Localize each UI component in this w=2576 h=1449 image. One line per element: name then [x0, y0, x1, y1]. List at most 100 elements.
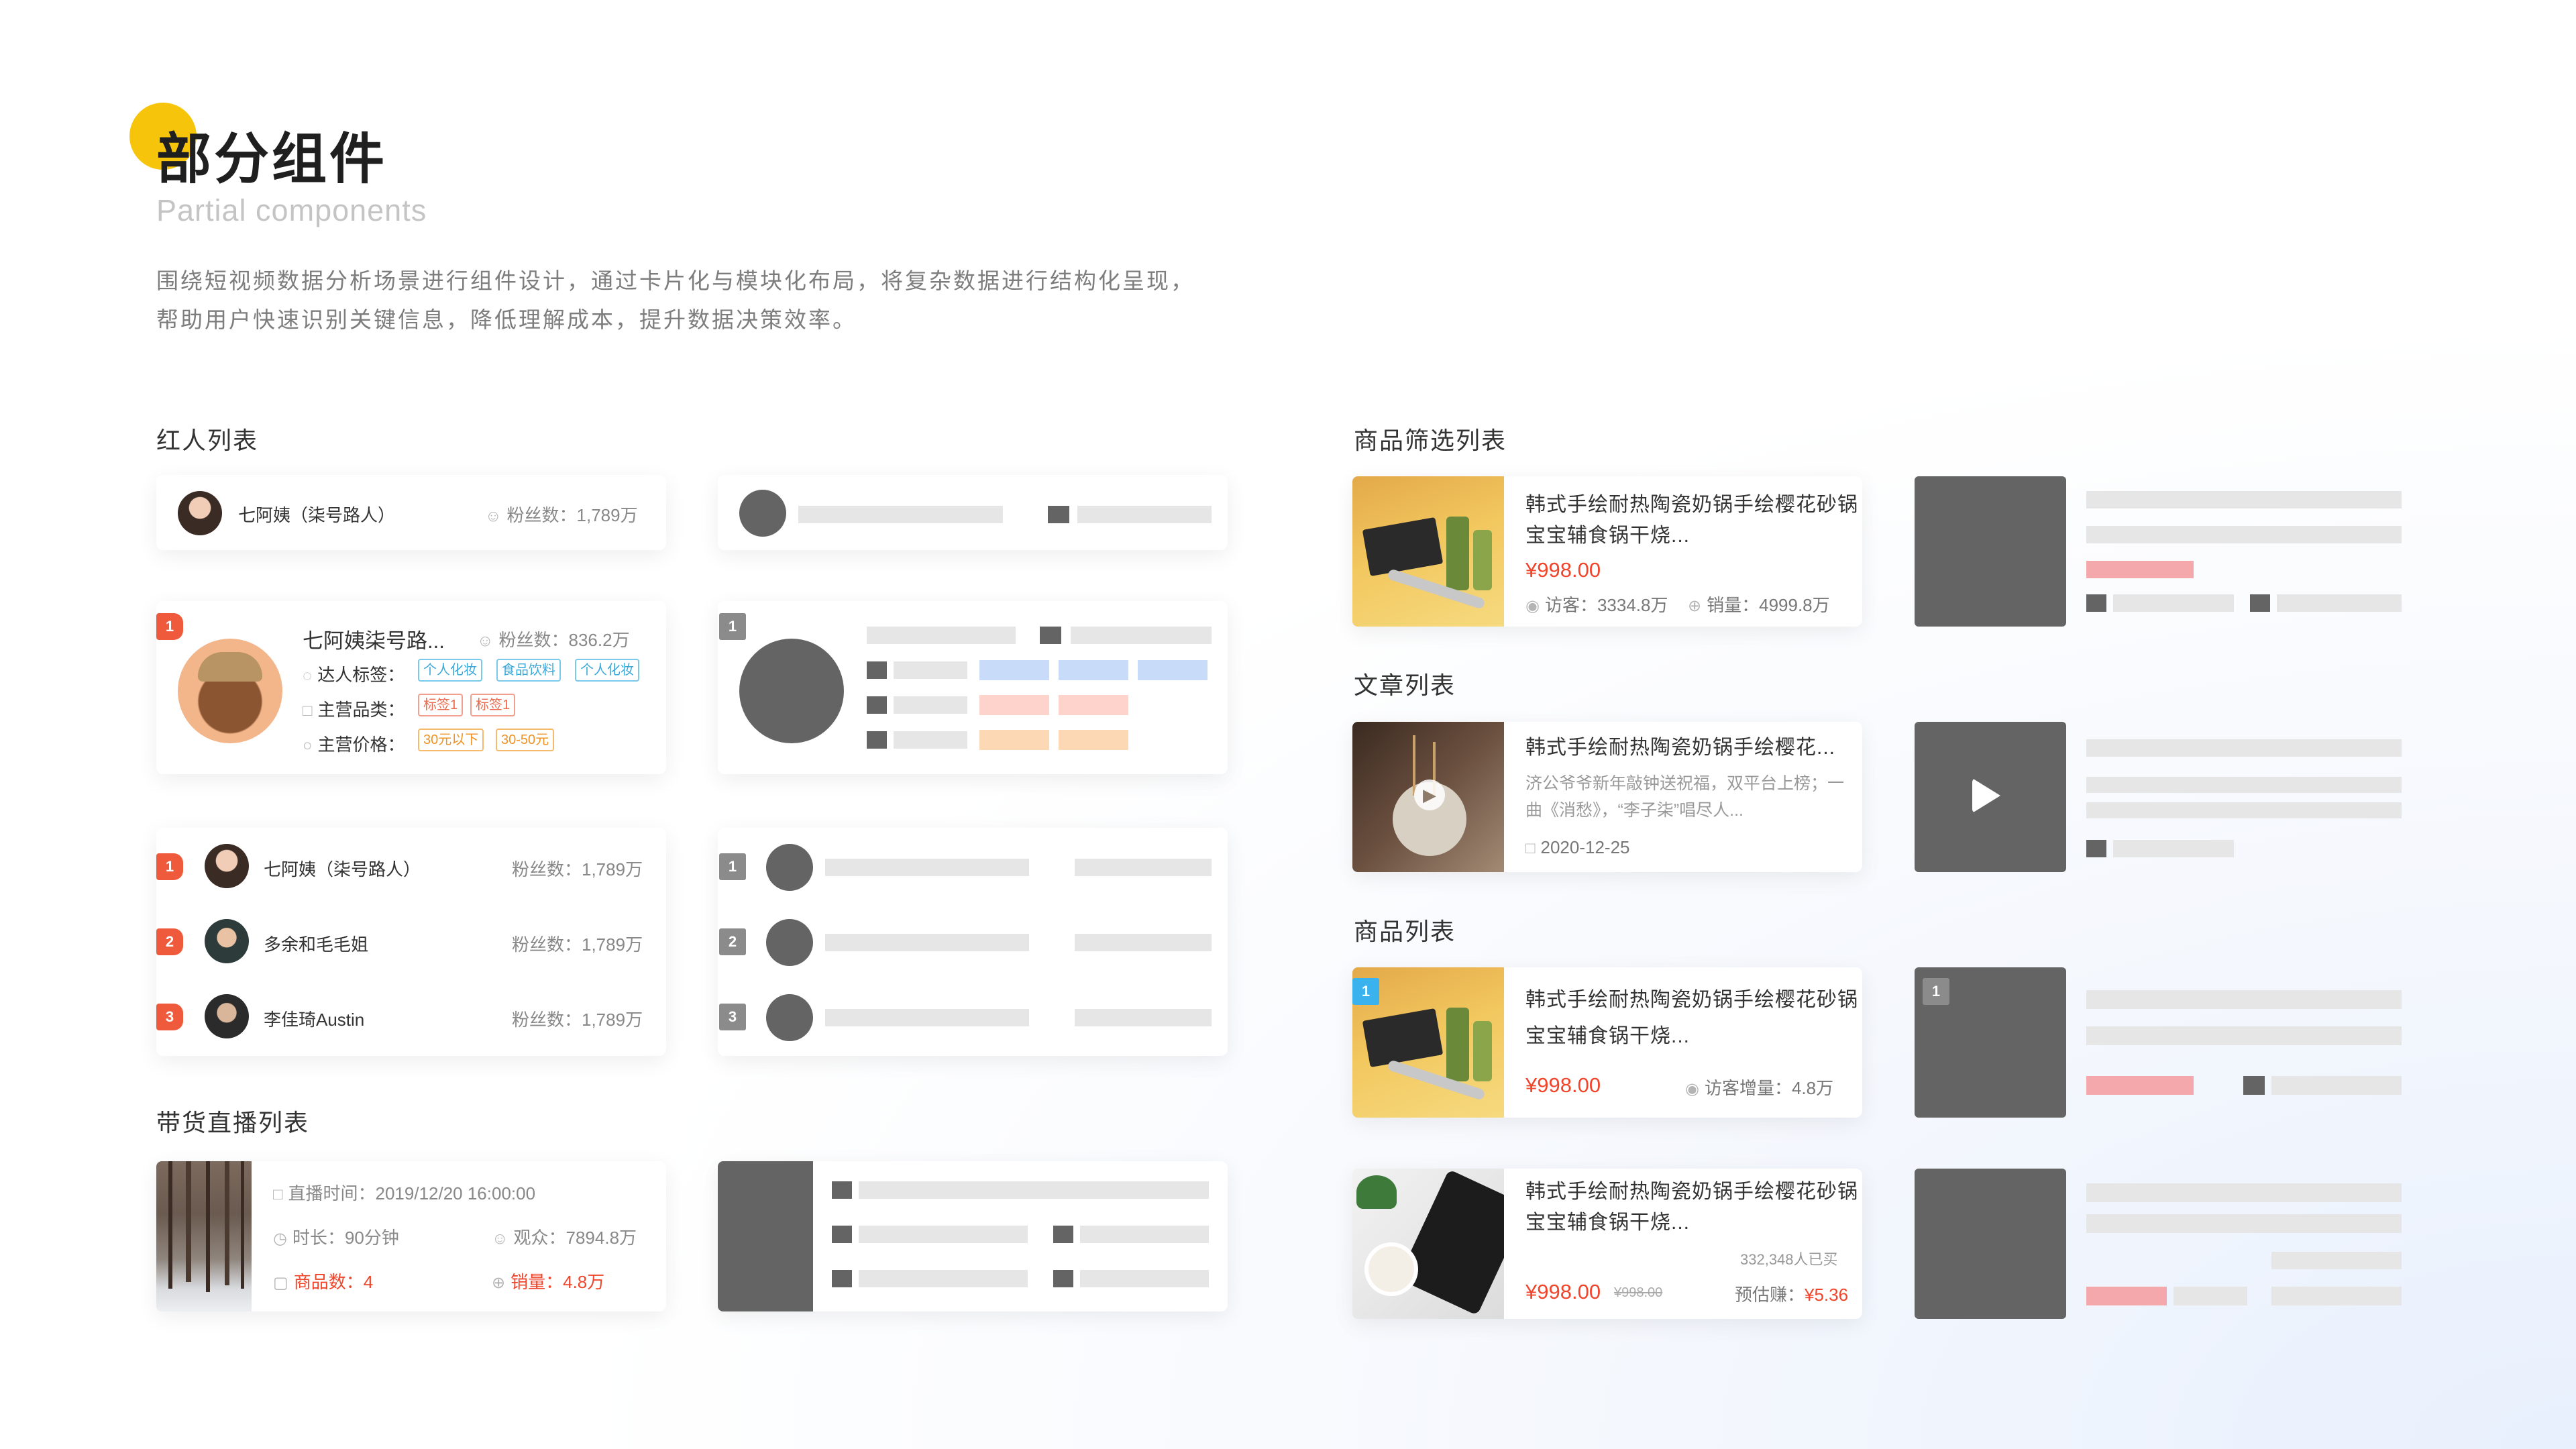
- rank-badge: 1: [156, 853, 183, 880]
- influencer-name: 七阿姨（柒号路人）: [264, 859, 421, 879]
- skeleton-thumbnail: [718, 1161, 813, 1311]
- skeleton-icon: [832, 1226, 852, 1243]
- skeleton-line: [2086, 802, 2402, 818]
- category-icon: □: [303, 702, 313, 720]
- earn-label: 预估赚：: [1735, 1285, 1805, 1305]
- skeleton-icon: [1053, 1226, 1073, 1243]
- product-image: [1352, 1169, 1504, 1319]
- page-description: 围绕短视频数据分析场景进行组件设计，通过卡片化与模块化布局，将复杂数据进行结构化…: [156, 262, 1195, 339]
- influencer-name: 七阿姨（柒号路人）: [238, 505, 396, 525]
- skeleton-line: [2271, 1287, 2402, 1305]
- skeleton-line: [2086, 491, 2402, 508]
- skeleton-tag: [1059, 660, 1128, 680]
- live-thumbnail: [156, 1161, 252, 1311]
- skeleton-icon: [867, 696, 887, 714]
- skeleton-line: [1080, 1226, 1209, 1243]
- list-item[interactable]: 3 李佳琦Austin 粉丝数：1,789万: [156, 978, 666, 1053]
- skeleton-line: [2086, 1214, 2402, 1233]
- skeleton-icon: [832, 1270, 852, 1287]
- skeleton-rank-badge: 1: [1923, 978, 1949, 1005]
- skeleton-line: [859, 1181, 1209, 1199]
- section-title-article: 文章列表: [1354, 672, 1456, 699]
- skeleton-line: [1075, 859, 1212, 876]
- live-goods-count: 商品数：4: [293, 1272, 374, 1292]
- influencer-card-simple[interactable]: 七阿姨（柒号路人） ☺ 粉丝数：1,789万: [156, 475, 666, 550]
- skeleton-line: [2086, 739, 2402, 757]
- skeleton-line: [825, 859, 1029, 876]
- product-price: ¥998.00: [1525, 1280, 1601, 1303]
- original-price: ¥998.00: [1614, 1285, 1663, 1300]
- skeleton-rank-badge: 2: [719, 928, 746, 955]
- skeleton-tag: [979, 660, 1049, 680]
- bought-count: 332,348人已买: [1740, 1251, 1838, 1268]
- influencer-fans: 粉丝数：1,789万: [506, 505, 638, 525]
- skeleton-line: [798, 506, 1003, 523]
- article-summary: 济公爷爷新年敲钟送祝福，双平台上榜；一曲《消愁》，“李子柒”唱尽人...: [1525, 774, 1845, 820]
- influencer-fans: 粉丝数：1,789万: [512, 1010, 643, 1030]
- skeleton-goods-2: [1915, 1169, 2424, 1319]
- skeleton-icon: [1040, 627, 1061, 644]
- skeleton-rank-badge: 1: [719, 613, 746, 640]
- product-title: 韩式手绘耐热陶瓷奶锅手绘樱花砂锅宝宝辅食锅干烧...: [1525, 1181, 1858, 1234]
- influencer-card-detail[interactable]: 1 七阿姨柒号路... ☺ 粉丝数：836.2万 ◌ 达人标签： 个人化妆 食品饮料…: [156, 601, 666, 774]
- influencer-fans: 粉丝数：1,789万: [512, 859, 643, 879]
- avatar: [205, 844, 249, 888]
- skeleton-line: [894, 731, 967, 749]
- page-subtitle: Partial components: [156, 193, 427, 227]
- fans-icon: ☺: [477, 632, 494, 650]
- avatar: [205, 919, 249, 963]
- skeleton-line: [2086, 1183, 2402, 1202]
- skeleton-price: [2086, 1287, 2167, 1305]
- skeleton-line: [2086, 990, 2402, 1009]
- skeleton-line: [2086, 777, 2402, 793]
- skeleton-avatar: [739, 490, 786, 537]
- skeleton-live-card: [718, 1161, 1228, 1311]
- skeleton-line: [2113, 840, 2234, 857]
- skeleton-card-simple: [718, 475, 1228, 550]
- skeleton-line: [1075, 934, 1212, 951]
- goods-filter-card[interactable]: 韩式手绘耐热陶瓷奶锅手绘樱花砂锅宝宝辅食锅干烧... ¥998.00 ◉ 访客：3…: [1352, 476, 1862, 627]
- cart-icon: ⊕: [1688, 597, 1702, 615]
- skeleton-icon: [832, 1181, 852, 1199]
- play-icon[interactable]: ▶: [1414, 780, 1445, 810]
- price-tag: 30-50元: [496, 729, 555, 751]
- article-date: 2020-12-25: [1540, 837, 1630, 857]
- skeleton-tag: [1138, 660, 1208, 680]
- fans-icon: ☺: [485, 507, 502, 525]
- live-sales: 销量：4.8万: [511, 1272, 605, 1292]
- skeleton-price: [2086, 1076, 2194, 1095]
- skeleton-tag: [1059, 695, 1128, 715]
- skeleton-line: [867, 627, 1016, 644]
- skeleton-thumbnail: [1915, 1169, 2066, 1319]
- product-sales: 销量：4999.8万: [1707, 595, 1830, 615]
- tag-label: 达人标签：: [317, 665, 405, 685]
- description-line-1: 围绕短视频数据分析场景进行组件设计，通过卡片化与模块化布局，将复杂数据进行结构化…: [156, 268, 1195, 293]
- rank-badge: 2: [156, 928, 183, 955]
- product-image: [1352, 476, 1504, 627]
- article-card[interactable]: ▶ 韩式手绘耐热陶瓷奶锅手绘樱花... 济公爷爷新年敲钟送祝福，双平台上榜；一曲…: [1352, 722, 1862, 872]
- goods-card[interactable]: 韩式手绘耐热陶瓷奶锅手绘樱花砂锅宝宝辅食锅干烧... 332,348人已买 ¥9…: [1352, 1169, 1862, 1319]
- goods-card[interactable]: 1 韩式手绘耐热陶瓷奶锅手绘樱花砂锅宝宝辅食锅干烧... ¥998.00 ◉ 访客…: [1352, 967, 1862, 1118]
- skeleton-icon: [2250, 594, 2270, 612]
- avatar: [178, 491, 222, 535]
- product-visitors: 访客：3334.8万: [1544, 595, 1668, 615]
- rank-badge: 3: [156, 1004, 183, 1030]
- skeleton-line: [1075, 1009, 1212, 1026]
- live-time: 直播时间：2019/12/20 16:00:00: [288, 1183, 536, 1203]
- bag-icon: ▢: [273, 1274, 288, 1292]
- list-item[interactable]: 1 七阿姨（柒号路人） 粉丝数：1,789万: [156, 828, 666, 903]
- list-item[interactable]: 2 多余和毛毛姐 粉丝数：1,789万: [156, 903, 666, 978]
- live-card[interactable]: □ 直播时间：2019/12/20 16:00:00 ◷ 时长：90分钟 ☺ 观众：7…: [156, 1161, 666, 1311]
- tag-icon: ◌: [303, 667, 313, 685]
- skeleton-line: [825, 934, 1029, 951]
- skeleton-avatar: [739, 639, 844, 743]
- skeleton-avatar: [766, 844, 813, 891]
- visitor-growth: 访客增量：4.8万: [1704, 1078, 1834, 1098]
- eye-icon: ◉: [1525, 597, 1540, 615]
- skeleton-line: [894, 661, 967, 679]
- rank-badge: 1: [156, 613, 183, 640]
- skeleton-line: [2271, 1252, 2402, 1269]
- skeleton-avatar: [766, 919, 813, 966]
- influencer-name: 李佳琦Austin: [264, 1010, 365, 1030]
- product-price: ¥998.00: [1525, 1073, 1601, 1097]
